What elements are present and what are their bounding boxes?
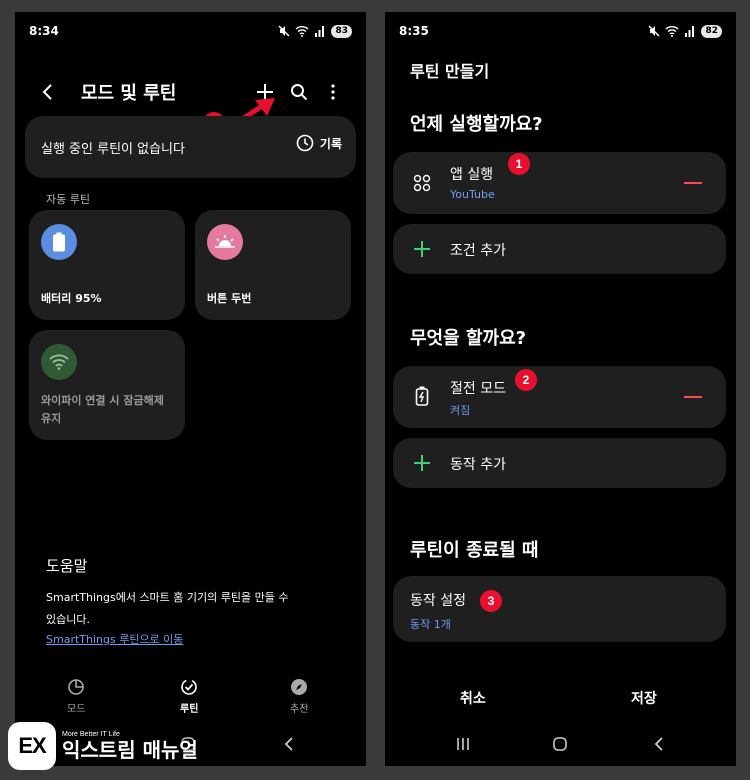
routine-card-wifi[interactable]: 와이파이 연결 시 잠금해제 유지 [29, 330, 185, 440]
routine-card-battery[interactable]: 배터리 95% [29, 210, 185, 320]
action-title: 절전 모드 [450, 381, 506, 397]
watermark-tagline: More Better IT Life [62, 730, 120, 738]
ex-logo-icon: EX [8, 722, 56, 770]
auto-routine-section-label: 자동 루틴 [46, 193, 90, 206]
annotation-marker-2: 2 [515, 369, 537, 391]
running-status-text: 실행 중인 루틴이 없습니다 [41, 142, 185, 157]
wifi-status-icon [296, 26, 309, 37]
routine-check-icon [181, 679, 198, 695]
wifi-icon [49, 354, 69, 370]
mode-icon [68, 679, 85, 695]
more-vert-icon [331, 84, 335, 100]
action-subtitle: 켜짐 [450, 404, 471, 417]
what-section-title: 무엇을 할까요? [410, 328, 527, 349]
history-label: 기록 [319, 136, 342, 151]
end-action-title: 동작 설정 [410, 593, 466, 609]
add-condition-button[interactable]: 조건 추가 [393, 224, 726, 274]
mute-icon [648, 25, 660, 37]
app-bar: 모드 및 루틴 [15, 70, 366, 114]
nav-routine[interactable]: 루틴 [180, 678, 198, 715]
annotation-marker-1: 1 [508, 153, 530, 175]
trigger-subtitle: YouTube [450, 188, 495, 201]
mute-icon [278, 25, 290, 37]
signal-icon [685, 26, 695, 37]
status-bar: 8:35 82 [385, 12, 736, 50]
routine-label: 와이파이 연결 시 잠금해제 유지 [41, 394, 164, 425]
history-button[interactable]: 기록 [296, 134, 342, 152]
add-action-button[interactable]: 동작 추가 [393, 438, 726, 488]
routine-label: 버튼 두번 [207, 292, 252, 305]
smartthings-routine-link[interactable]: SmartThings 루틴으로 이동 [46, 631, 183, 647]
running-routine-card[interactable]: 실행 중인 루틴이 없습니다 기록 [25, 116, 356, 178]
watermark-logo: EX More Better IT Life 익스트림 매뉴얼 [8, 722, 198, 770]
right-screen: 8:35 82 루틴 만들기 언제 실행할까요? 앱 실행 YouTube 1 … [385, 12, 736, 766]
signal-icon [315, 26, 325, 37]
back-button[interactable] [31, 75, 65, 109]
action-power-saving-row[interactable]: 절전 모드 켜짐 2 [393, 366, 726, 428]
help-body: SmartThings에서 스마트 홈 기기의 루틴을 만들 수 있습니다. [46, 591, 289, 626]
plus-icon [414, 241, 430, 257]
battery-level: 83 [331, 24, 352, 38]
nav-mode[interactable]: 모드 [67, 678, 85, 715]
back-nav-icon[interactable] [283, 736, 295, 752]
back-nav-icon[interactable] [653, 736, 665, 752]
end-action-subtitle: 동작 1개 [410, 618, 451, 631]
left-screen: 8:34 83 모드 및 루틴 1 실행 중인 루틴이 없습니다 [15, 12, 366, 766]
search-icon [291, 84, 308, 101]
status-time: 8:34 [29, 24, 59, 38]
add-condition-label: 조건 추가 [450, 243, 506, 259]
save-button[interactable]: 저장 [631, 688, 657, 708]
battery-level: 82 [701, 24, 722, 38]
end-section-title: 루틴이 종료될 때 [410, 540, 539, 561]
cancel-button[interactable]: 취소 [460, 688, 486, 708]
plus-icon [414, 455, 430, 471]
wifi-status-icon [666, 26, 679, 37]
routine-label: 배터리 95% [41, 292, 102, 305]
trigger-title: 앱 실행 [450, 167, 494, 183]
status-time: 8:35 [399, 24, 429, 38]
nav-recommend[interactable]: 추천 [290, 678, 308, 715]
sunrise-icon [215, 235, 235, 248]
android-nav-bar [385, 724, 736, 764]
page-title: 모드 및 루틴 [81, 83, 177, 104]
apps-grid-icon [413, 174, 431, 192]
trigger-app-launch-row[interactable]: 앱 실행 YouTube 1 [393, 152, 726, 214]
when-section-title: 언제 실행할까요? [410, 114, 543, 135]
battery-saver-icon [415, 386, 429, 406]
search-button[interactable] [282, 75, 316, 109]
clock-icon [296, 134, 314, 152]
remove-action-button[interactable] [684, 396, 702, 398]
routine-card-double-press[interactable]: 버튼 두번 [195, 210, 351, 320]
remove-trigger-button[interactable] [684, 182, 702, 184]
battery-icon [53, 232, 65, 252]
chevron-left-icon [42, 84, 52, 100]
help-title: 도움말 [46, 557, 88, 575]
annotation-marker-3: 3 [480, 590, 502, 612]
add-action-label: 동작 추가 [450, 457, 506, 473]
watermark-brand: 익스트림 매뉴얼 [62, 737, 198, 762]
status-bar: 8:34 83 [15, 12, 366, 50]
compass-icon [291, 679, 308, 695]
more-options-button[interactable] [316, 75, 350, 109]
home-nav-icon[interactable] [552, 736, 568, 752]
recents-nav-icon[interactable] [455, 736, 471, 752]
page-title: 루틴 만들기 [410, 62, 490, 81]
end-action-setting-row[interactable]: 동작 설정 동작 1개 3 [393, 576, 726, 642]
